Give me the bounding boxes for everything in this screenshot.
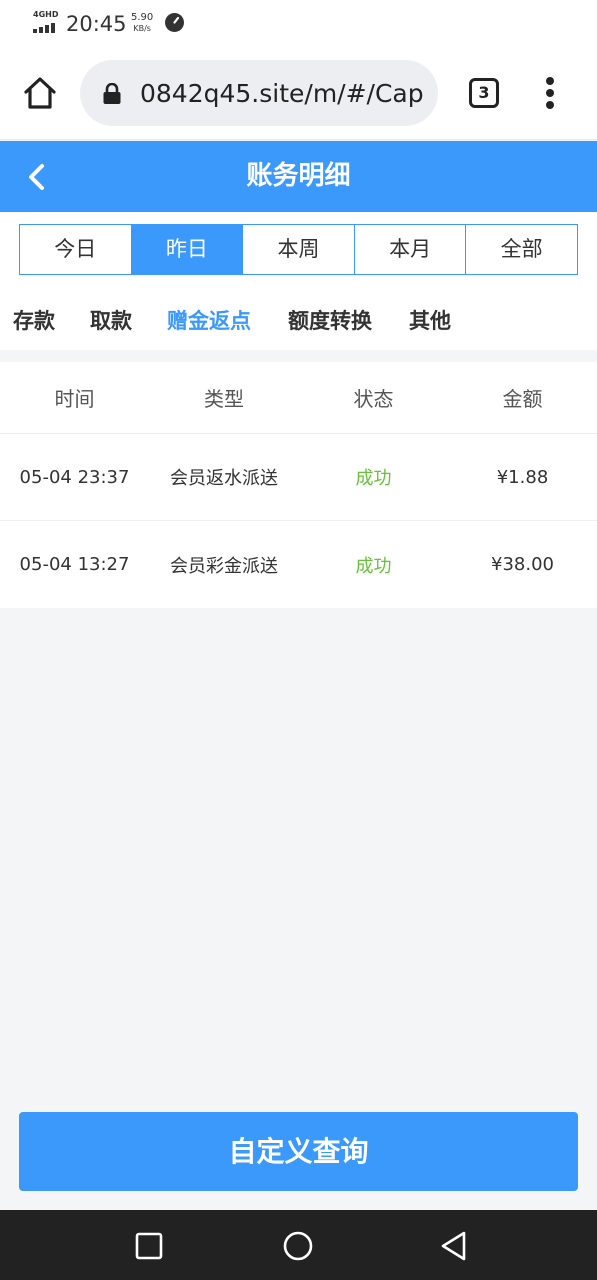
- status-bar: 4GHD 20:45 5.90 KB/s: [0, 0, 597, 48]
- url-text: 0842q45.site/m/#/Cap: [140, 79, 424, 108]
- speed-unit: KB/s: [133, 24, 151, 33]
- cell-time: 05-04 23:37: [19, 466, 130, 488]
- more-vert-icon[interactable]: [540, 76, 560, 110]
- tab-yesterday[interactable]: 昨日: [131, 225, 244, 274]
- category-tabs: 存款 取款 赠金返点 额度转换 其他: [0, 292, 597, 350]
- tab-bonus-rebate[interactable]: 赠金返点: [167, 306, 251, 336]
- address-bar[interactable]: 0842q45.site/m/#/Cap: [80, 60, 438, 126]
- status-time: 20:45: [66, 12, 127, 36]
- tab-today[interactable]: 今日: [20, 225, 132, 274]
- custom-query-button[interactable]: 自定义查询: [19, 1112, 578, 1191]
- cell-status: 成功: [355, 468, 392, 489]
- transactions-table: 时间 类型 状态 金额 05-04 23:37 会员返水派送 成功 ¥1.88 …: [0, 362, 597, 608]
- tab-this-month[interactable]: 本月: [354, 225, 467, 274]
- system-nav-bar: [0, 1210, 597, 1280]
- lock-icon: [102, 82, 122, 105]
- home-icon[interactable]: [22, 75, 58, 111]
- cell-amount: ¥1.88: [496, 466, 549, 488]
- period-tabs: 今日 昨日 本周 本月 全部: [19, 224, 578, 275]
- tab-withdraw[interactable]: 取款: [90, 306, 132, 336]
- browser-toolbar: 0842q45.site/m/#/Cap 3: [0, 48, 597, 140]
- back-triangle-icon[interactable]: [438, 1230, 470, 1262]
- table-row[interactable]: 05-04 23:37 会员返水派送 成功 ¥1.88: [0, 434, 597, 521]
- tab-this-week[interactable]: 本周: [243, 225, 355, 274]
- tab-credit-transfer[interactable]: 额度转换: [288, 306, 372, 336]
- tab-deposit[interactable]: 存款: [13, 306, 55, 336]
- network-type: 4GHD: [33, 10, 59, 19]
- tab-all[interactable]: 全部: [466, 225, 577, 274]
- header-status: 状态: [353, 387, 394, 411]
- cell-type: 会员返水派送: [170, 468, 278, 489]
- data-saver-icon: [165, 13, 184, 32]
- page-title: 账务明细: [246, 161, 351, 191]
- cell-status: 成功: [355, 555, 392, 577]
- tab-other[interactable]: 其他: [409, 306, 451, 336]
- header-amount: 金额: [502, 387, 543, 411]
- table-header: 时间 类型 状态 金额: [0, 362, 597, 434]
- cell-time: 05-04 13:27: [19, 554, 130, 575]
- table-row[interactable]: 05-04 13:27 会员彩金派送 成功 ¥38.00: [0, 521, 597, 608]
- cell-amount: ¥38.00: [491, 554, 554, 575]
- app-header: 账务明细: [0, 141, 597, 212]
- chevron-left-icon[interactable]: [22, 161, 52, 193]
- recents-square-icon[interactable]: [133, 1230, 165, 1262]
- home-circle-icon[interactable]: [282, 1230, 314, 1262]
- cell-type: 会员彩金派送: [170, 555, 278, 577]
- network-speed: 5.90 KB/s: [131, 12, 153, 34]
- header-type: 类型: [204, 387, 244, 411]
- header-time: 时间: [54, 387, 95, 411]
- speed-value: 5.90: [131, 12, 154, 23]
- tab-switcher-button[interactable]: 3: [469, 78, 499, 108]
- period-filter: 今日 昨日 本周 本月 全部: [0, 212, 597, 292]
- signal-icon: 4GHD: [33, 10, 59, 34]
